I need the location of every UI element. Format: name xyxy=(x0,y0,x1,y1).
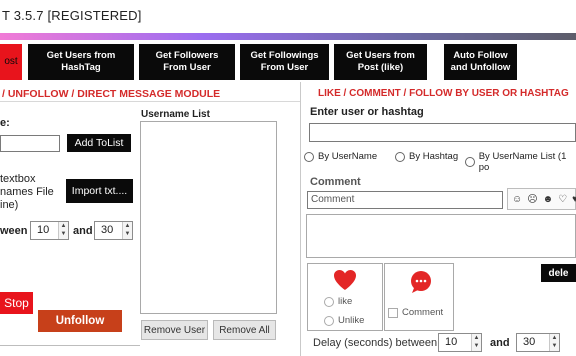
comment-checkbox-label: Comment xyxy=(402,307,444,318)
enter-user-hashtag-label: Enter user or hashtag xyxy=(310,106,424,118)
left-heading-divider xyxy=(0,101,300,102)
radio-by-hashtag-label: By Hashtag xyxy=(409,151,459,162)
radio-button-icon[interactable] xyxy=(324,296,334,307)
right-delay-max-arrows[interactable]: ▲ ▼ xyxy=(549,334,559,351)
radio-by-username-list-label: By UserName List (1 po xyxy=(478,151,567,173)
window-title: T 3.5.7 [REGISTERED] xyxy=(2,8,142,23)
user-hashtag-input[interactable] xyxy=(309,123,576,142)
comment-textarea[interactable] xyxy=(306,214,576,258)
import-txt-button[interactable]: Import txt.... xyxy=(66,179,133,203)
stop-button[interactable]: Stop xyxy=(0,292,33,314)
left-delay-max-stepper[interactable]: 30 ▲ ▼ xyxy=(94,221,133,240)
radio-by-username-label: By UserName xyxy=(318,151,378,162)
up-arrow-icon[interactable]: ▲ xyxy=(123,222,132,230)
left-delay-min-stepper[interactable]: 10 ▲ ▼ xyxy=(30,221,69,240)
radio-unlike-label: Unlike xyxy=(338,315,365,326)
radio-button-icon[interactable] xyxy=(395,151,405,162)
right-delay-min-stepper[interactable]: 10 ▲ ▼ xyxy=(438,333,482,352)
auto-follow-unfollow-button[interactable]: Auto Follow and Unfollow xyxy=(444,44,517,80)
heart-icon[interactable]: ♥ xyxy=(572,194,576,205)
right-delay-min-value: 10 xyxy=(445,336,458,348)
radio-button-icon[interactable] xyxy=(465,157,475,167)
comment-panel: Comment xyxy=(384,263,454,331)
remove-user-button[interactable]: Remove User xyxy=(141,320,208,340)
get-followings-from-user-label: Get Followings From User xyxy=(250,50,319,73)
username-label: e: xyxy=(0,117,10,129)
radio-unlike[interactable]: Unlike xyxy=(324,315,364,326)
get-followers-from-user-button[interactable]: Get Followers From User xyxy=(139,44,235,80)
right-delay-max-value: 30 xyxy=(523,336,536,348)
down-arrow-icon[interactable]: ▼ xyxy=(472,342,481,350)
comment-bubble-icon xyxy=(411,271,431,293)
comment-checkbox[interactable]: Comment xyxy=(388,307,443,318)
left-delay-min-value: 10 xyxy=(37,224,50,236)
toolbar-red-button-label: ost xyxy=(4,56,18,67)
remove-all-button[interactable]: Remove All xyxy=(213,320,276,340)
get-followings-from-user-button[interactable]: Get Followings From User xyxy=(240,44,329,80)
right-delay-min-arrows[interactable]: ▲ ▼ xyxy=(471,334,481,351)
frown-face-icon[interactable]: ☹ xyxy=(527,194,537,205)
up-arrow-icon[interactable]: ▲ xyxy=(472,334,481,342)
get-users-from-post-button[interactable]: Get Users from Post (like) xyxy=(334,44,427,80)
left-delay-min-arrows[interactable]: ▲ ▼ xyxy=(58,222,68,239)
radio-by-username[interactable]: By UserName xyxy=(304,151,377,162)
up-arrow-icon[interactable]: ▲ xyxy=(550,334,559,342)
title-bar: T 3.5.7 [REGISTERED] xyxy=(0,0,576,33)
right-delay-label: Delay (seconds) between: xyxy=(313,337,441,349)
auto-follow-unfollow-label: Auto Follow and Unfollow xyxy=(450,50,511,73)
vertical-separator xyxy=(300,82,301,356)
left-delay-max-value: 30 xyxy=(101,224,114,236)
textbox-hint-line1: textbox xyxy=(0,173,36,185)
down-arrow-icon[interactable]: ▼ xyxy=(59,230,68,238)
radio-by-hashtag[interactable]: By Hashtag xyxy=(395,151,458,162)
get-users-from-hashtag-button[interactable]: Get Users from HashTag xyxy=(28,44,134,80)
left-module-heading: / UNFOLLOW / DIRECT MESSAGE MODULE xyxy=(2,88,221,100)
get-users-from-post-label: Get Users from Post (like) xyxy=(346,50,415,73)
heart-outline-icon[interactable]: ♡ xyxy=(558,194,567,205)
left-bottom-divider xyxy=(0,345,140,346)
toolbar-red-button[interactable]: ost xyxy=(0,44,22,80)
smile-face-icon[interactable]: ☺ xyxy=(512,194,522,205)
radio-like[interactable]: like xyxy=(324,296,352,307)
heart-icon xyxy=(334,270,356,290)
comment-input[interactable]: Comment xyxy=(307,191,503,209)
delete-button[interactable]: dele xyxy=(541,264,576,282)
get-users-from-hashtag-label: Get Users from HashTag xyxy=(46,50,116,73)
emoji-toolbar: ☺ ☹ ☻ ♡ ♥ xyxy=(507,188,576,210)
get-followers-from-user-label: Get Followers From User xyxy=(155,50,219,73)
radio-button-icon[interactable] xyxy=(304,151,314,162)
radio-by-username-list[interactable]: By UserName List (1 po xyxy=(465,151,576,173)
radio-button-icon[interactable] xyxy=(324,315,334,326)
between-label: ween xyxy=(0,225,28,237)
right-delay-max-stepper[interactable]: 30 ▲ ▼ xyxy=(516,333,560,352)
textbox-hint-line3: ine) xyxy=(0,199,19,211)
left-and-label: and xyxy=(73,225,93,237)
username-list-box[interactable] xyxy=(140,121,277,314)
radio-like-label: like xyxy=(338,296,353,307)
username-list-label: Username List xyxy=(141,109,210,120)
like-panel: like Unlike xyxy=(307,263,383,331)
add-to-list-button[interactable]: Add ToList xyxy=(67,134,131,152)
comment-label: Comment xyxy=(310,176,361,188)
up-arrow-icon[interactable]: ▲ xyxy=(59,222,68,230)
right-and-label: and xyxy=(490,337,510,349)
right-module-heading: LIKE / COMMENT / FOLLOW BY USER OR HASHT… xyxy=(318,88,569,99)
header-gradient-bar xyxy=(0,33,576,40)
unfollow-button[interactable]: Unfollow xyxy=(38,310,122,332)
checkbox-icon[interactable] xyxy=(388,307,398,318)
down-arrow-icon[interactable]: ▼ xyxy=(550,342,559,350)
username-input[interactable] xyxy=(0,135,60,152)
dark-face-icon[interactable]: ☻ xyxy=(543,194,554,205)
down-arrow-icon[interactable]: ▼ xyxy=(123,230,132,238)
textbox-hint-line2: names File xyxy=(0,186,54,198)
left-delay-max-arrows[interactable]: ▲ ▼ xyxy=(122,222,132,239)
